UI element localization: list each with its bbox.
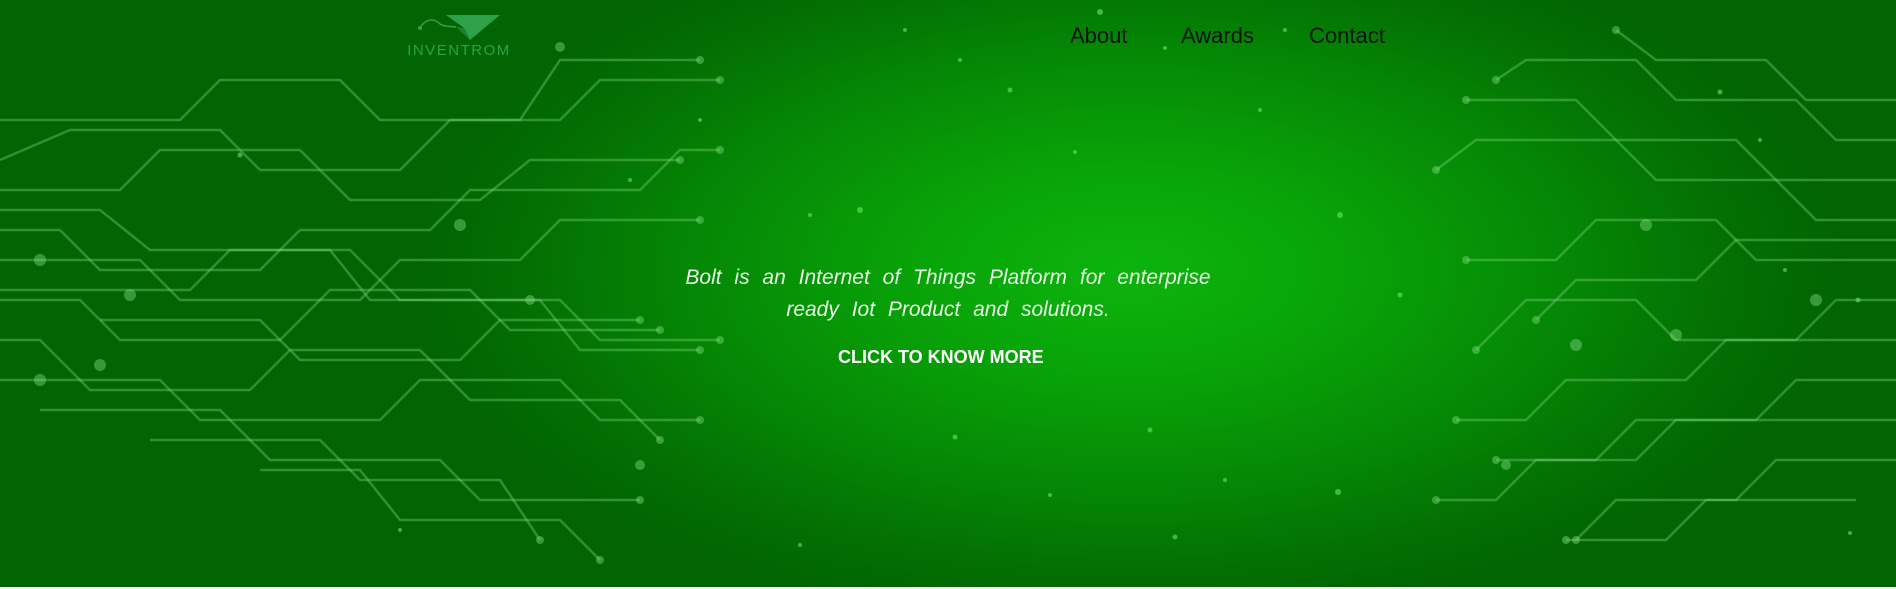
nav-link-awards[interactable]: Awards bbox=[1181, 23, 1254, 49]
logo-text: INVENTROM bbox=[407, 42, 511, 59]
inventrom-logo[interactable]: INVENTROM bbox=[392, 12, 526, 59]
logo-bird-icon bbox=[418, 15, 500, 40]
hero-banner: INVENTROM About Awards Contact Bolt is a… bbox=[0, 0, 1896, 587]
nav-link-contact[interactable]: Contact bbox=[1309, 23, 1385, 49]
nav-link-about[interactable]: About bbox=[1070, 23, 1128, 49]
hero-tagline: Bolt is an Internet of Things Platform f… bbox=[685, 266, 1211, 321]
know-more-button[interactable]: CLICK TO KNOW MORE bbox=[838, 347, 1044, 368]
